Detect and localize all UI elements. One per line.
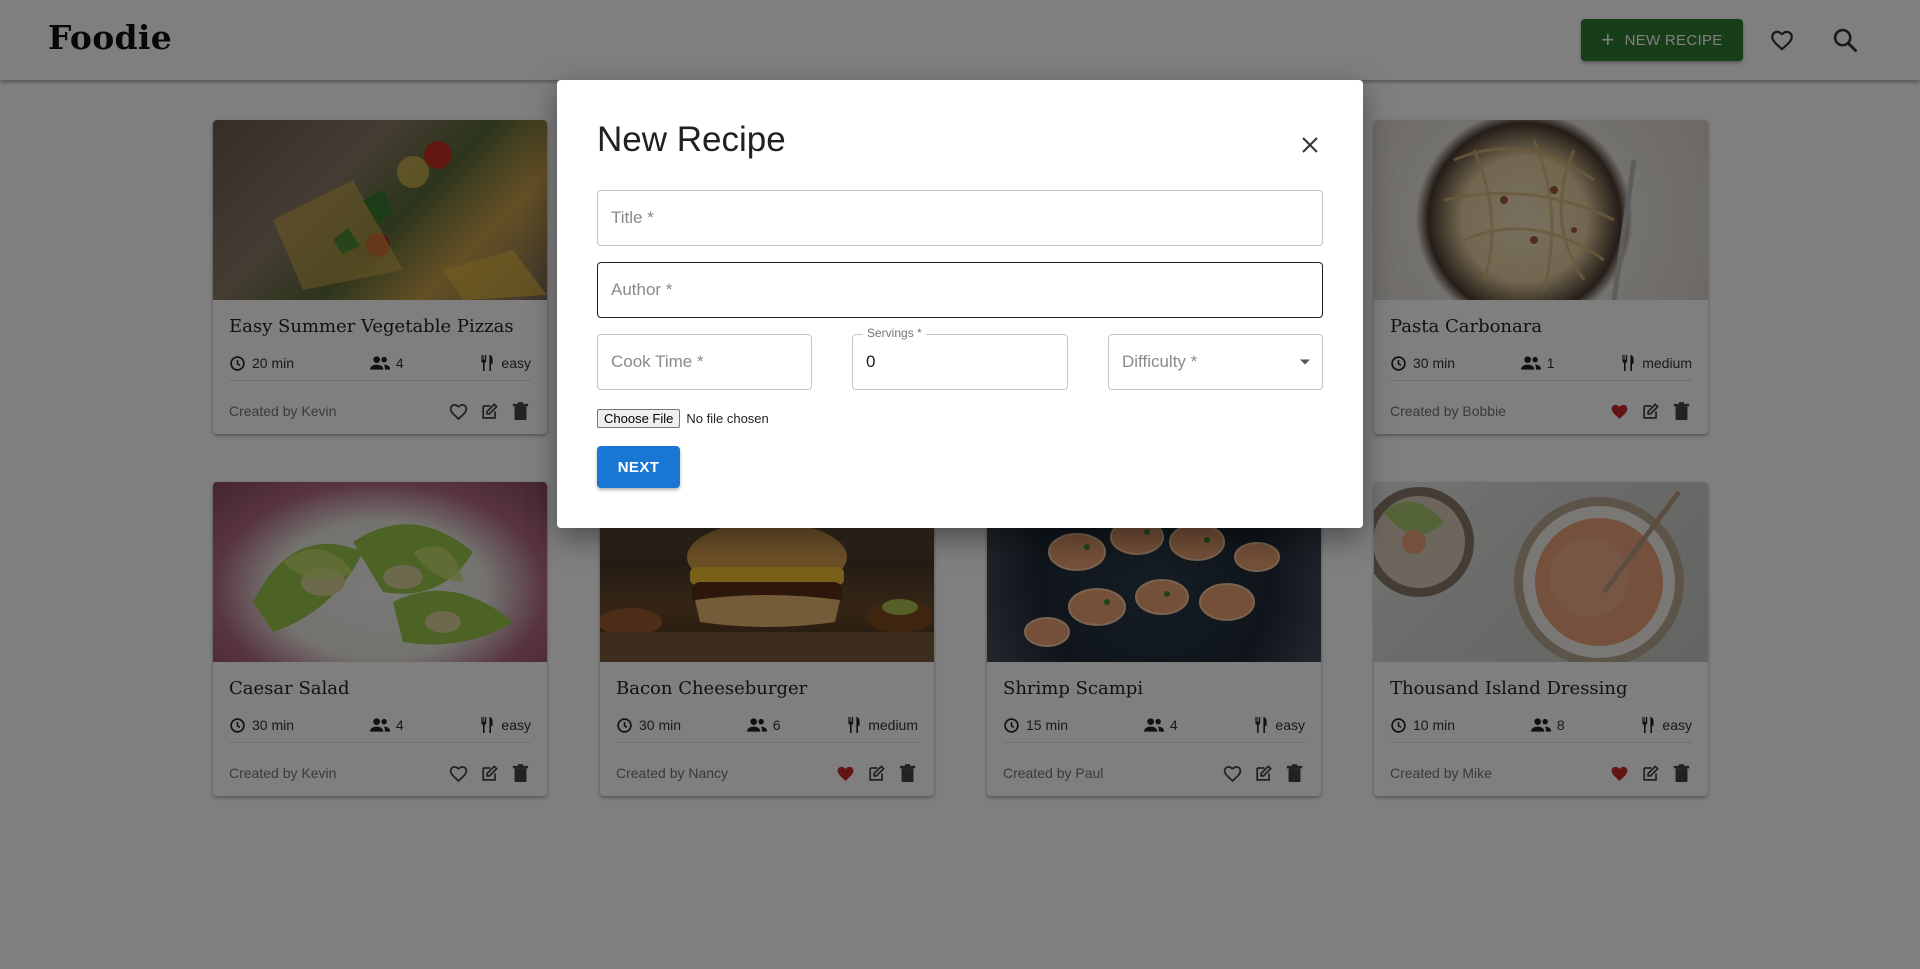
file-status: No file chosen	[686, 411, 769, 426]
file-input: Choose File No file chosen	[597, 409, 769, 428]
dialog-title: New Recipe	[597, 120, 786, 159]
title-placeholder: Title *	[611, 208, 654, 227]
chevron-down-icon	[1300, 359, 1310, 365]
difficulty-placeholder: Difficulty *	[1122, 352, 1198, 371]
next-button[interactable]: NEXT	[597, 446, 680, 488]
servings-value: 0	[866, 352, 876, 371]
servings-field[interactable]: Servings * 0	[852, 326, 1068, 390]
title-field[interactable]: Title *	[597, 190, 1323, 246]
cook-time-field[interactable]: Cook Time *	[597, 334, 812, 390]
close-icon[interactable]	[1296, 131, 1324, 159]
choose-file-button[interactable]: Choose File	[597, 409, 681, 428]
cook-time-placeholder: Cook Time *	[611, 352, 704, 371]
author-field[interactable]: Author *	[597, 262, 1323, 318]
difficulty-select[interactable]: Difficulty *	[1108, 334, 1323, 390]
new-recipe-dialog: New Recipe Title * Author * Cook Time * …	[557, 80, 1363, 528]
servings-label: Servings *	[863, 326, 926, 340]
author-placeholder: Author *	[611, 280, 673, 299]
